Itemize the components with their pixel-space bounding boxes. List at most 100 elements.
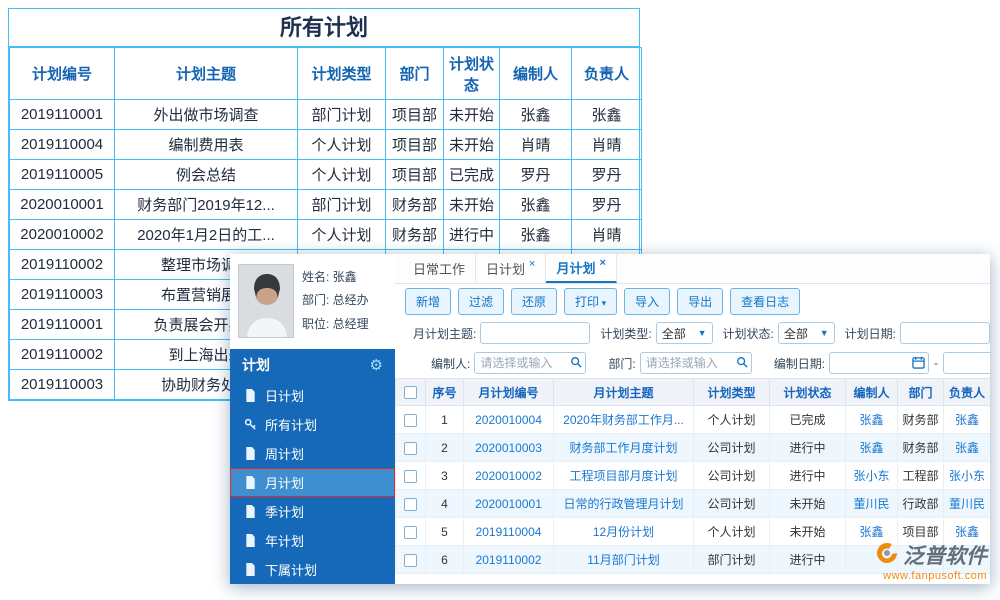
sidebar-item-weekly-plan[interactable]: 周计划 [230,439,395,468]
cell-dept: 财务部 [898,434,944,462]
chevron-down-icon: ▾ [599,298,606,308]
checkbox[interactable] [404,442,417,455]
cell-code-link[interactable]: 2019110004 [476,525,542,539]
compile-date-start [829,352,929,374]
checkbox[interactable] [404,498,417,511]
close-icon[interactable]: × [599,257,605,269]
table-cell: 2020010002 [10,220,115,250]
search-icon[interactable] [570,356,582,368]
cell-subject-link[interactable]: 11月部门计划 [587,553,659,567]
cell-compiler: 张小东 [846,462,898,490]
watermark: 泛普软件 www.fanpusoft.com [875,540,987,582]
cell-subject-link[interactable]: 财务部工作月度计划 [569,441,677,455]
doc-icon [243,563,257,576]
cell-owner: 张小东 [944,462,991,490]
cell-subject: 2020年财务部工作月... [554,406,694,434]
column-header: 月计划主题 [554,379,694,406]
cell-owner: 张鑫 [944,434,991,462]
print-button[interactable]: 打印 ▾ [564,288,617,315]
view-log-button[interactable]: 查看日志 [730,288,800,315]
type-filter-select[interactable]: 全部 ▼ [656,322,713,344]
subject-filter-label: 月计划主题: [413,325,476,342]
table-cell: 进行中 [444,220,500,250]
compile-date-end-input[interactable] [943,352,990,374]
sidebar-item-label: 年计划 [265,531,304,550]
cell-compiler-link[interactable]: 张鑫 [859,441,883,455]
tab-daily-plan[interactable]: 日计划× [476,254,546,283]
sidebar-item-label: 下属计划 [265,560,317,579]
tab-daily-work[interactable]: 日常工作 [403,254,476,283]
checkbox[interactable] [404,414,417,427]
checkbox[interactable] [404,526,417,539]
gear-icon[interactable]: ⚙ [370,356,383,374]
column-header: 计划状态 [444,48,500,100]
table-cell: 2020年1月2日的工... [115,220,298,250]
cell-subject: 工程项目部月度计划 [554,462,694,490]
plan-row: 32020010002工程项目部月度计划公司计划进行中张小东工程部张小东 [396,462,991,490]
table-cell: 部门计划 [298,100,386,130]
checkbox[interactable] [404,470,417,483]
table-row: 2019110001外出做市场调查部门计划项目部未开始张鑫张鑫 [10,100,642,130]
column-header: 负责人 [944,379,991,406]
date-range-separator: - [934,356,938,370]
checkbox[interactable] [404,554,417,567]
cell-code-link[interactable]: 2020010002 [475,469,542,483]
sidebar-item-quarterly-plan[interactable]: 季计划 [230,497,395,526]
add-button[interactable]: 新增 [405,288,451,315]
sidebar-item-daily-plan[interactable]: 日计划 [230,381,395,410]
cell-owner-link[interactable]: 张鑫 [955,525,979,539]
cell-subject-link[interactable]: 日常的行政管理月计划 [563,497,683,511]
cell-type: 公司计划 [694,490,770,518]
cell-compiler-link[interactable]: 张鑫 [859,525,883,539]
cell-subject-link[interactable]: 2020年财务部工作月... [563,413,684,427]
sidebar-item-label: 所有计划 [265,415,317,434]
column-header: 负责人 [572,48,642,100]
cell-code-link[interactable]: 2020010003 [475,441,542,455]
profile-name: 姓名: 张鑫 [302,266,369,289]
export-button[interactable]: 导出 [677,288,723,315]
sidebar-item-monthly-plan[interactable]: 月计划 [230,468,395,497]
cell-subject-link[interactable]: 12月份计划 [593,525,654,539]
cell-code-link[interactable]: 2020010004 [475,413,542,427]
profile-dept: 部门: 总经办 [302,289,369,312]
checkbox[interactable] [404,386,417,399]
cell-status: 进行中 [770,546,846,574]
cell-code-link[interactable]: 2020010001 [475,497,542,511]
search-icon[interactable] [736,356,748,368]
avatar [238,264,294,338]
cell-compiler-link[interactable]: 张小东 [853,469,889,483]
status-filter-select[interactable]: 全部 ▼ [778,322,835,344]
cell-compiler: 董川民 [846,490,898,518]
table-cell: 个人计划 [298,160,386,190]
cell-code: 2020010002 [464,462,554,490]
filter-button[interactable]: 过滤 [458,288,504,315]
close-icon[interactable]: × [529,258,535,270]
cell-code-link[interactable]: 2019110002 [476,553,542,567]
table-row: 2019110004编制费用表个人计划项目部未开始肖晴肖晴 [10,130,642,160]
import-button[interactable]: 导入 [624,288,670,315]
cell-owner-link[interactable]: 董川民 [949,497,985,511]
cell-compiler-link[interactable]: 董川民 [853,497,889,511]
cell-compiler-link[interactable]: 张鑫 [859,413,883,427]
column-header: 部门 [386,48,444,100]
cell-owner-link[interactable]: 张鑫 [955,441,979,455]
sidebar-item-subordinate-plans[interactable]: 下属计划 [230,555,395,584]
calendar-icon[interactable] [912,356,925,369]
table-cell: 2019110002 [10,340,115,370]
cell-subject-link[interactable]: 工程项目部月度计划 [569,469,677,483]
doc-icon [243,447,257,460]
cell-owner-link[interactable]: 张小东 [949,469,985,483]
chevron-down-icon: ▼ [820,328,829,338]
cell-type: 公司计划 [694,434,770,462]
sidebar-item-all-plans[interactable]: 所有计划 [230,410,395,439]
doc-icon [243,476,257,489]
cell-owner-link[interactable]: 张鑫 [955,413,979,427]
tab-monthly-plan[interactable]: 月计划× [546,254,616,283]
plan-date-filter-input[interactable] [900,322,990,344]
cell-compiler: 张鑫 [846,406,898,434]
page-title: 所有计划 [9,9,639,47]
column-header: 计划状态 [770,379,846,406]
reset-button[interactable]: 还原 [511,288,557,315]
subject-filter-input[interactable] [480,322,590,344]
sidebar-item-yearly-plan[interactable]: 年计划 [230,526,395,555]
